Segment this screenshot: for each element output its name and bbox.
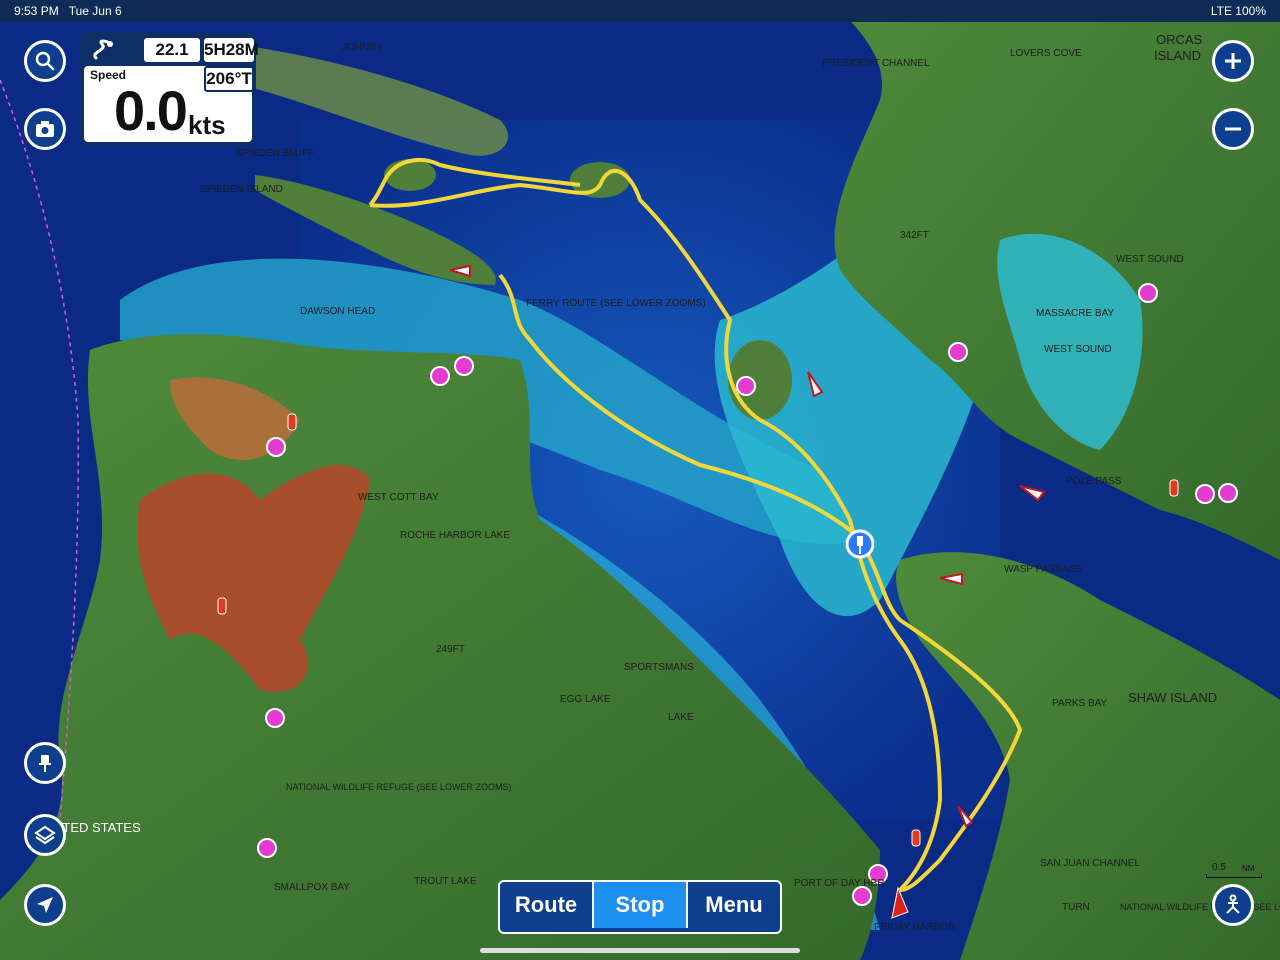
status-time-date: 9:53 PM Tue Jun 6 [14,4,122,18]
map-label: ORCAS [1156,32,1203,47]
map-label: WEST SOUND [1116,254,1184,265]
pin-icon [39,755,51,772]
camera-icon [36,121,54,137]
search-button[interactable] [24,40,66,82]
route-icon [88,38,118,62]
map-label: SPORTSMANS [624,662,694,673]
map-label: ROCHE HARBOR LAKE [400,530,510,541]
zoom-out-button[interactable] [1212,108,1254,150]
map-label: EGG LAKE [560,694,611,705]
map-label: 342FT [900,230,929,241]
search-icon [35,51,55,71]
map-label: TROUT LAKE [414,876,477,887]
map-label: DAWSON HEAD [300,306,375,317]
map-label: PORT OF DAY HBR [794,878,884,889]
map-label: FERRY ROUTE (SEE LOWER ZOOMS) [526,298,706,309]
status-signal: LTE 100% [1210,4,1266,18]
speed-unit: kts [188,110,226,140]
home-indicator[interactable] [480,948,800,953]
anchor-alarm-button[interactable] [1212,884,1254,926]
menu-button[interactable]: Menu [688,882,780,928]
bottom-menu: Route Stop Menu [498,880,782,934]
remaining-time: 5H28M [204,38,259,62]
map-label: WEST SOUND [1044,344,1112,355]
waypoint-pin-icon[interactable] [845,529,875,559]
map-label: JOHNS I [342,42,381,53]
map-scale: 0.5 NM [1206,862,1262,880]
map-label: SPIEDEN ISLAND [200,184,283,195]
map-label: SMALLPOX BAY [274,882,350,893]
scale-value: 0.5 [1212,862,1226,873]
speed-box: Speed 0.0 kts 206°T [84,66,254,142]
zoom-in-button[interactable] [1212,40,1254,82]
islet [384,159,436,191]
map-label: SAN JUAN CHANNEL [1040,858,1140,869]
status-date: Tue Jun 6 [68,4,122,18]
layers-button[interactable] [24,814,66,856]
speed-value: 0.0 [114,79,188,142]
zoom-in-icon [1225,53,1241,69]
map-label: SHAW ISLAND [1128,690,1217,705]
route-button[interactable]: Route [500,882,592,928]
map-label: 249FT [436,644,465,655]
map-label: MASSACRE BAY [1036,308,1114,319]
map-label: TURN [1062,902,1090,913]
location-arrow-icon [37,897,53,913]
map-label: NATIONAL WILDLIFE REFUGE (SEE LOWER ZOOM… [286,782,512,792]
map-label: PRESIDENT CHANNEL [822,58,930,69]
scale-unit: NM [1242,864,1255,873]
map-label: WASP PASSAGE [1004,564,1083,575]
camera-button[interactable] [24,108,66,150]
remaining-distance: 22.1 NM [144,38,200,83]
status-time: 9:53 PM [14,4,59,18]
map-label: POLE PASS [1066,476,1122,487]
map-label: ISLAND [1154,48,1201,63]
map-label: PARKS BAY [1052,698,1108,709]
navigation-panel[interactable]: 22.1 NM 5H28M Speed 0.0 kts 206°T [80,32,259,146]
map-label: FRIDAY HARBOR [874,922,955,933]
anchor-person-icon [1226,894,1240,914]
layers-icon [34,825,56,845]
map-label: SPIEDEN BLUFF [236,148,314,159]
map-label: LOVERS COVE [1010,48,1082,59]
scale-bar [1206,874,1262,878]
map-label: LAKE [668,712,694,723]
status-bar: 9:53 PM Tue Jun 6 LTE 100% [0,0,1280,22]
stop-button[interactable]: Stop [592,882,688,928]
drop-pin-button[interactable] [24,742,66,784]
map-label: WEST COTT BAY [358,492,439,503]
zoom-out-icon [1225,127,1241,131]
map-label: NATIONAL WILDLIFE REFUGE (SEE LOWER ZOOM… [1120,902,1280,912]
course-heading: 206°T [204,66,254,92]
islet [728,340,792,420]
follow-location-button[interactable] [24,884,66,926]
